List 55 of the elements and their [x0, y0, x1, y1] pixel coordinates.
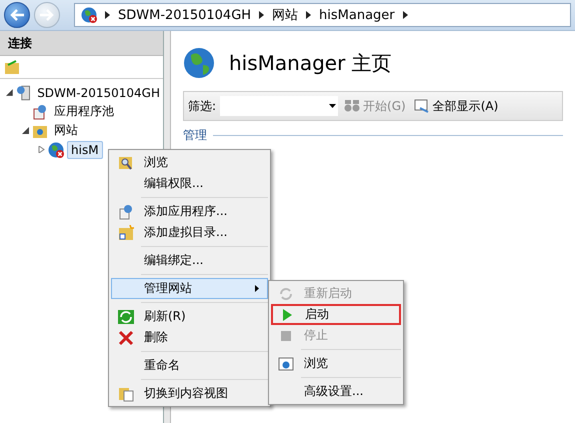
menu-item[interactable]: 添加应用程序...	[111, 201, 268, 222]
chevron-icon	[105, 11, 110, 19]
address-bar[interactable]: SDWM-20150104GH 网站 hisManager	[74, 3, 571, 27]
add-folder-icon	[118, 224, 134, 240]
application-pool-icon	[32, 104, 48, 120]
menu-item[interactable]: 编辑绑定...	[111, 250, 268, 271]
add-application-icon	[118, 204, 134, 220]
globe-icon	[183, 47, 215, 79]
chevron-icon	[402, 11, 408, 19]
back-arrow-icon	[10, 9, 24, 21]
browser-window-icon	[278, 356, 294, 372]
menu-item[interactable]: 添加虚拟目录...	[111, 222, 268, 243]
group-heading: 管理	[183, 127, 207, 144]
menu-item[interactable]: 删除	[111, 327, 268, 348]
show-all-button[interactable]: 全部显示(A)	[412, 98, 500, 114]
dropdown-arrow-icon	[329, 104, 336, 108]
menu-item[interactable]: 重命名	[111, 355, 268, 376]
tree-item[interactable]: 网站	[51, 121, 81, 140]
expanded-arrow-icon[interactable]	[6, 89, 13, 96]
chevron-icon	[259, 11, 264, 19]
filter-label: 筛选:	[188, 98, 216, 114]
restart-icon	[278, 286, 294, 302]
refresh-icon	[118, 308, 134, 324]
filter-field[interactable]	[220, 96, 338, 116]
breadcrumb-item[interactable]: SDWM-20150104GH	[118, 8, 252, 22]
breadcrumb-item[interactable]: hisManager	[319, 8, 395, 22]
tree-item[interactable]: 应用程序池	[51, 102, 117, 121]
binoculars-icon	[344, 98, 360, 114]
menu-item[interactable]: 刷新(R)	[111, 306, 268, 327]
submenu-arrow-icon	[255, 285, 259, 292]
delete-icon	[118, 330, 134, 346]
menu-item[interactable]: 切换到内容视图	[111, 383, 268, 404]
menu-item[interactable]: 浏览	[271, 353, 401, 374]
menu-item[interactable]: 浏览	[111, 152, 268, 173]
page-title: hisManager 主页	[229, 50, 392, 76]
chevron-icon	[306, 11, 312, 19]
menu-item[interactable]: 高级设置...	[271, 381, 401, 402]
back-button[interactable]	[4, 2, 30, 28]
collapsed-arrow-icon[interactable]	[38, 146, 45, 153]
tree-item[interactable]: SDWM-20150104GH	[34, 84, 163, 100]
menu-item[interactable]: 编辑权限...	[111, 173, 268, 194]
content-view-icon	[118, 386, 134, 402]
tree-item[interactable]: hisM	[67, 140, 103, 158]
show-all-icon	[414, 98, 430, 114]
server-icon	[16, 84, 32, 100]
forward-arrow-icon	[40, 9, 54, 21]
panel-title: 连接	[0, 31, 163, 56]
globe-error-icon	[81, 7, 97, 23]
expanded-arrow-icon[interactable]	[22, 127, 29, 134]
menu-item[interactable]: 管理网站	[111, 278, 268, 299]
globe-error-icon	[48, 142, 64, 158]
breadcrumb-item[interactable]: 网站	[272, 6, 298, 24]
connect-folder-icon	[4, 59, 20, 75]
folder-search-icon	[118, 154, 134, 170]
menu-item[interactable]: 启动	[271, 304, 401, 325]
